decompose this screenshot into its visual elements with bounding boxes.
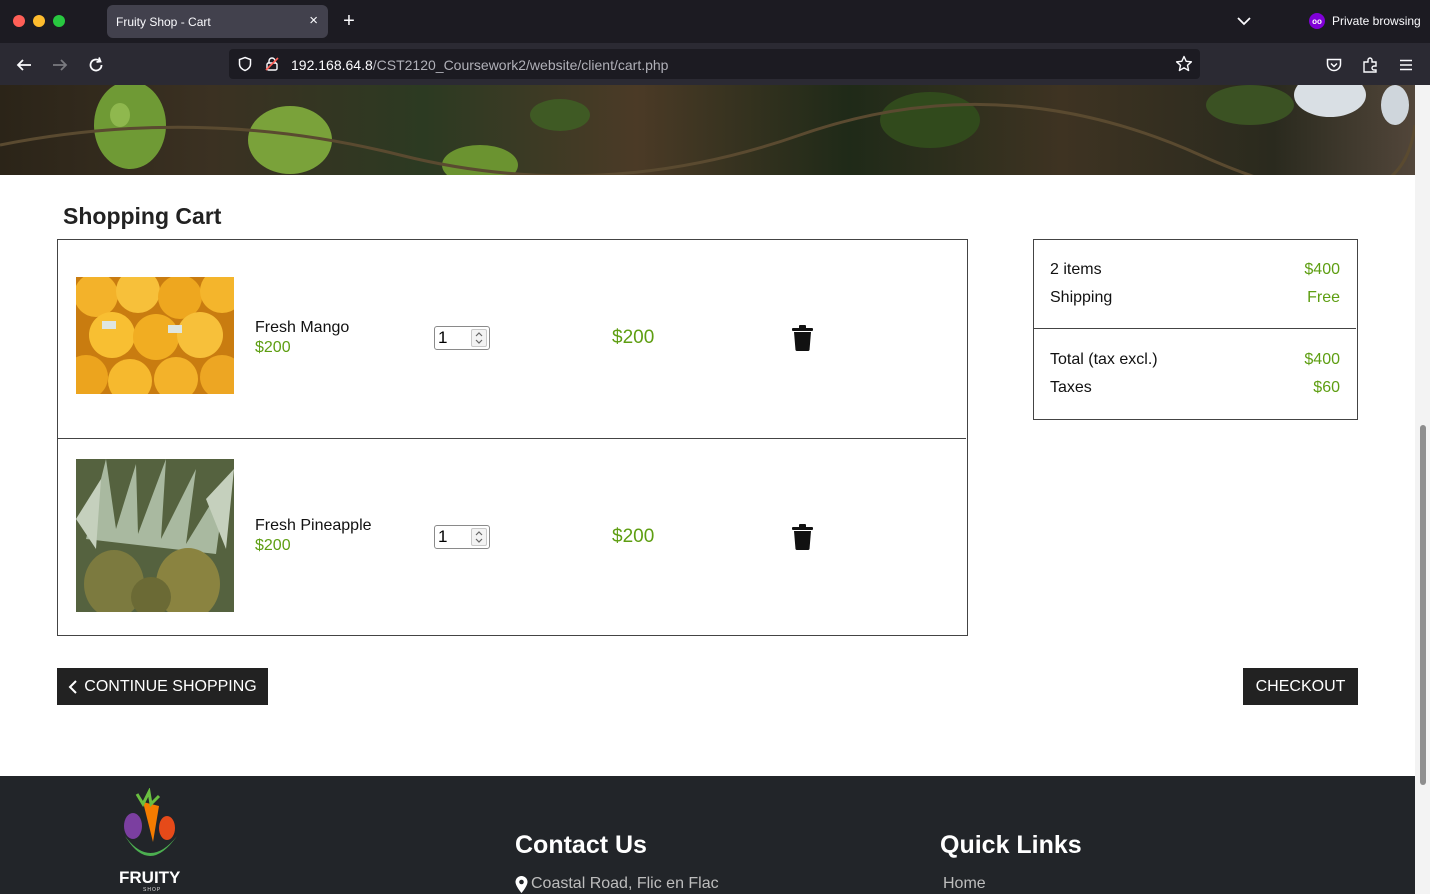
close-window-button[interactable] [13,15,25,27]
shipping-label: Shipping [1050,289,1113,306]
private-browsing-indicator: oo Private browsing [1309,12,1421,30]
contact-heading: Contact Us [515,831,647,859]
browser-window: Fruity Shop - Cart × + oo Private browsi… [0,0,1430,894]
items-count-label: 2 items [1050,261,1102,278]
page-title: Shopping Cart [63,203,222,229]
checkout-button[interactable]: CHECKOUT [1243,668,1358,705]
insecure-lock-icon[interactable] [264,56,280,72]
url-host: 192.168.64.8 [291,57,373,73]
scrollbar-thumb[interactable] [1420,425,1426,785]
taxes-value: $60 [1313,379,1340,396]
product-unit-price: $200 [255,537,291,554]
order-summary-box: 2 items $400 Shipping Free Total (tax ex… [1033,239,1358,420]
spinner-arrows-icon[interactable] [471,528,487,546]
summary-subtotal-section: 2 items $400 Shipping Free [1034,240,1356,329]
url-path: /CST2120_Coursework2/website/client/cart… [372,57,669,73]
bookmark-star-icon[interactable] [1175,55,1193,73]
menu-icon[interactable] [1395,54,1417,76]
line-total: $200 [612,526,655,547]
logo-text: FRUITY [119,868,181,887]
line-total: $200 [612,327,655,348]
total-label: Total (tax excl.) [1050,351,1158,368]
tab-close-icon[interactable]: × [309,12,318,30]
navigation-toolbar: 192.168.64.8/CST2120_Coursework2/website… [0,43,1430,85]
forward-icon[interactable] [49,54,71,76]
footer-address: Coastal Road, Flic en Flac [515,875,719,893]
shipping-value: Free [1307,289,1340,306]
chevron-left-icon [68,679,77,694]
pocket-icon[interactable] [1323,54,1345,76]
page-viewport: Shopping Cart Fresh Mango $200 1 $200 Fr… [0,85,1415,894]
shield-icon[interactable] [237,56,253,72]
summary-taxes-row: Taxes $60 [1050,379,1340,399]
list-all-tabs-icon[interactable] [1235,12,1253,30]
new-tab-icon[interactable]: + [339,9,359,33]
cart-row: Fresh Pineapple $200 1 $200 [58,439,966,635]
total-value: $400 [1304,351,1340,368]
back-icon[interactable] [13,54,35,76]
tab-title: Fruity Shop - Cart [116,15,211,29]
summary-items-row: 2 items $400 [1050,261,1340,281]
tab-strip: Fruity Shop - Cart × + oo Private browsi… [0,0,1430,43]
site-footer: FRUITY SHOP Contact Us Quick Links Coast… [0,776,1415,894]
summary-total-row: Total (tax excl.) $400 [1050,351,1340,371]
cart-items-box: Fresh Mango $200 1 $200 Fresh Pineapple … [57,239,968,636]
maximize-window-button[interactable] [53,15,65,27]
extensions-icon[interactable] [1359,54,1381,76]
quick-links-heading: Quick Links [940,831,1082,859]
reload-icon[interactable] [85,54,107,76]
quantity-stepper[interactable]: 1 [434,326,490,350]
spinner-arrows-icon[interactable] [471,329,487,347]
pineapple-product-image [76,459,234,612]
quantity-value: 1 [438,328,448,347]
quantity-stepper[interactable]: 1 [434,525,490,549]
page-scrollbar[interactable] [1415,85,1430,894]
private-mask-icon: oo [1309,13,1325,29]
url-text[interactable]: 192.168.64.8/CST2120_Coursework2/website… [291,57,668,73]
delete-trash-icon[interactable] [792,325,813,351]
summary-total-section: Total (tax excl.) $400 Taxes $60 [1034,329,1356,419]
summary-shipping-row: Shipping Free [1050,289,1340,309]
private-browsing-label: Private browsing [1332,14,1421,28]
url-bar[interactable]: 192.168.64.8/CST2120_Coursework2/website… [229,49,1200,79]
items-subtotal-value: $400 [1304,261,1340,278]
delete-trash-icon[interactable] [792,524,813,550]
logo-subtext: SHOP [143,887,162,893]
continue-shopping-button[interactable]: CONTINUE SHOPPING [57,668,268,705]
footer-home-link[interactable]: Home [943,875,986,893]
product-name: Fresh Pineapple [255,517,372,534]
checkout-label: CHECKOUT [1255,677,1346,695]
hero-banner-image [0,85,1415,196]
quantity-value: 1 [438,527,448,546]
cart-row: Fresh Mango $200 1 $200 [58,240,966,439]
location-pin-icon [515,875,528,893]
address-text: Coastal Road, Flic en Flac [531,875,719,892]
mango-product-image [76,277,234,394]
active-tab[interactable]: Fruity Shop - Cart × [107,5,328,38]
continue-shopping-label: CONTINUE SHOPPING [84,677,257,695]
product-unit-price: $200 [255,339,291,356]
minimize-window-button[interactable] [33,15,45,27]
product-name: Fresh Mango [255,319,350,336]
taxes-label: Taxes [1050,379,1092,396]
